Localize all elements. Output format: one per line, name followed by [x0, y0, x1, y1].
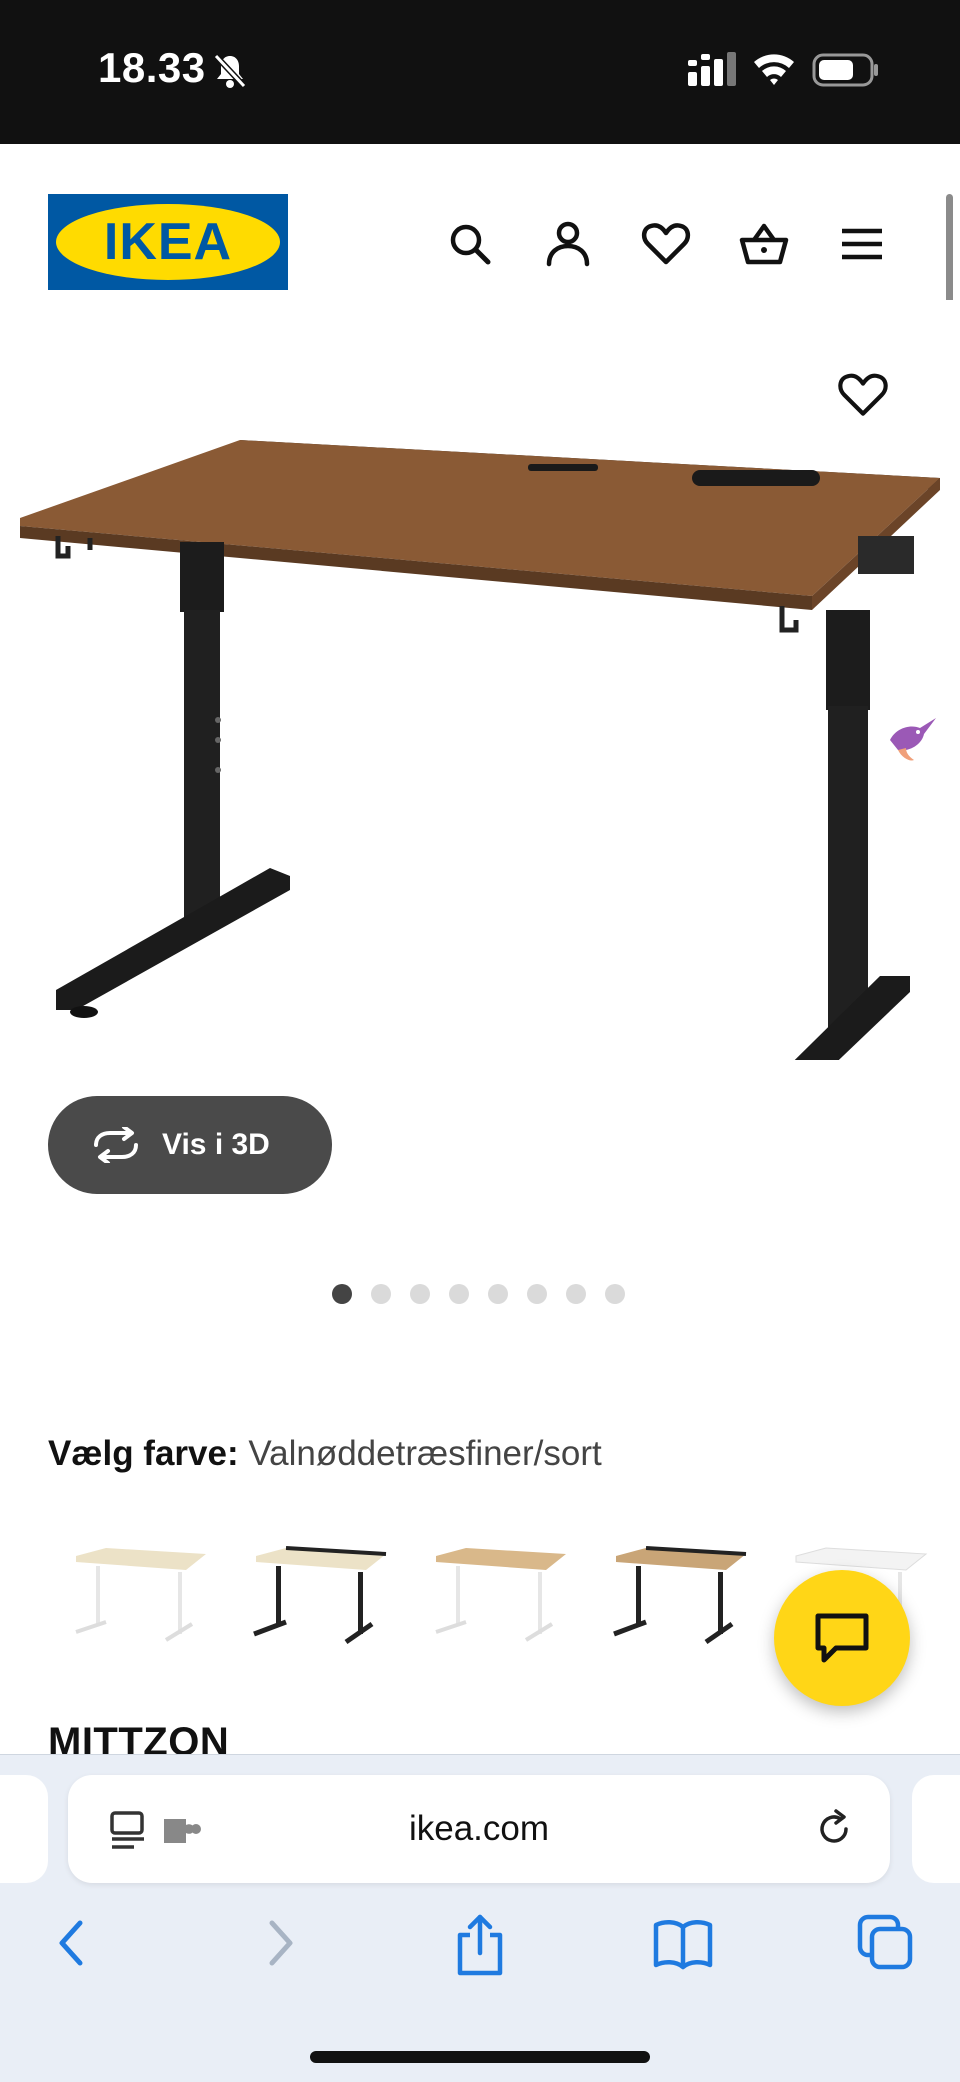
browser-nav-row [0, 1905, 960, 2005]
chat-bubble-icon [815, 1613, 869, 1663]
home-indicator[interactable] [310, 2051, 650, 2063]
gallery-dot[interactable] [371, 1284, 391, 1304]
color-swatch-option[interactable] [246, 1536, 396, 1646]
back-icon[interactable] [48, 1913, 98, 1973]
share-icon[interactable] [452, 1913, 508, 1977]
gallery-pagination [332, 1284, 625, 1304]
cellular-signal-icon [688, 52, 736, 86]
color-value: Valnøddetræsfiner/sort [248, 1434, 602, 1473]
favourite-heart-icon[interactable] [834, 366, 892, 424]
rotate-3d-icon [94, 1127, 138, 1163]
gallery-dot[interactable] [410, 1284, 430, 1304]
bookmarks-icon[interactable] [652, 1913, 714, 1973]
gallery-dot[interactable] [527, 1284, 547, 1304]
gallery-dot[interactable] [449, 1284, 469, 1304]
color-swatch-option[interactable] [606, 1536, 756, 1646]
tabs-icon[interactable] [856, 1913, 916, 1973]
site-header: IKEA [0, 144, 960, 294]
gallery-dot[interactable] [605, 1284, 625, 1304]
reload-icon[interactable] [812, 1807, 856, 1851]
previous-tab-peek[interactable] [0, 1775, 48, 1883]
view-in-3d-label: Vis i 3D [162, 1128, 270, 1161]
product-name: MITTZON [48, 1720, 230, 1756]
bell-muted-icon [213, 53, 247, 89]
color-label-prefix: Vælg farve: [48, 1434, 239, 1473]
chat-button[interactable] [774, 1570, 910, 1706]
wifi-icon [754, 54, 794, 85]
ikea-logo[interactable]: IKEA [48, 194, 288, 290]
battery-icon [812, 53, 878, 87]
menu-icon[interactable] [834, 216, 890, 272]
url-text: ikea.com [408, 1809, 550, 1848]
product-gallery[interactable]: Vis i 3D [0, 300, 960, 1304]
view-in-3d-button[interactable]: Vis i 3D [48, 1096, 332, 1194]
account-icon[interactable] [540, 216, 596, 272]
search-icon[interactable] [442, 216, 498, 272]
color-swatch-option[interactable] [66, 1536, 216, 1646]
status-time: 18.33 [98, 44, 206, 91]
gallery-dot[interactable] [488, 1284, 508, 1304]
browser-toolbar: ikea.com [0, 1754, 960, 2082]
address-bar[interactable]: ikea.com [68, 1775, 890, 1883]
heart-icon[interactable] [638, 216, 694, 272]
color-selector-label: Vælg farve: Valnøddetræsfiner/sort [48, 1434, 602, 1474]
forward-icon[interactable] [254, 1913, 304, 1973]
gallery-dot[interactable] [566, 1284, 586, 1304]
color-swatch-option[interactable] [426, 1536, 576, 1646]
next-tab-peek[interactable] [912, 1775, 960, 1883]
product-image-desk [20, 440, 940, 1060]
hummingbird-icon[interactable] [880, 710, 940, 770]
basket-icon[interactable] [736, 216, 792, 272]
logo-text: IKEA [103, 213, 233, 271]
gallery-dot[interactable] [332, 1284, 352, 1304]
status-bar: 18.33 [0, 0, 960, 144]
